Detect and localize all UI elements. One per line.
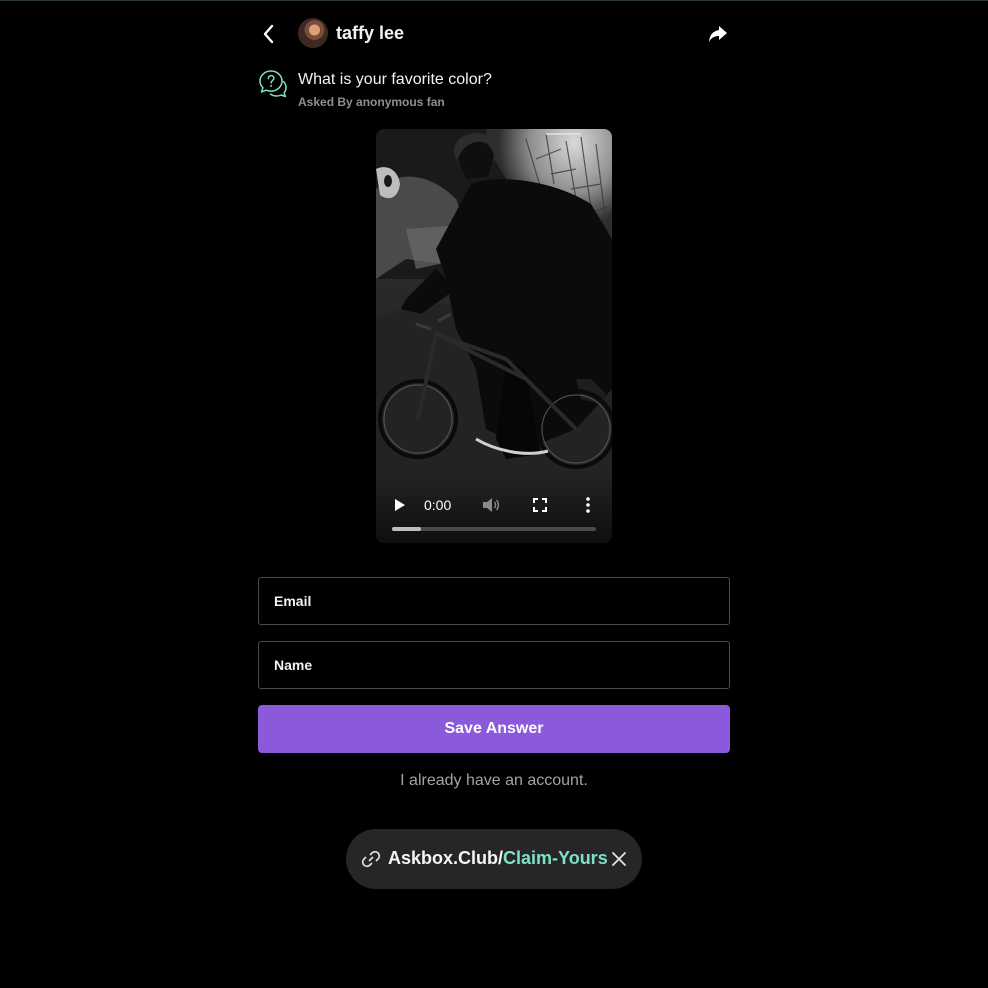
play-button[interactable] bbox=[390, 495, 410, 515]
answer-video[interactable]: 0:00 bbox=[376, 129, 612, 543]
back-button[interactable] bbox=[258, 21, 280, 47]
claim-link-accent: Claim-Yours bbox=[503, 848, 608, 868]
video-progress-fill bbox=[392, 527, 421, 531]
play-icon bbox=[395, 499, 405, 511]
question-block: What is your favorite color? Asked By an… bbox=[258, 69, 730, 115]
name-field[interactable] bbox=[259, 642, 729, 688]
name-field-wrapper bbox=[258, 641, 730, 689]
claim-banner: Askbox.Club/Claim-Yours bbox=[346, 829, 642, 889]
more-vertical-icon bbox=[586, 497, 590, 513]
email-field[interactable] bbox=[259, 578, 729, 624]
save-answer-button[interactable]: Save Answer bbox=[258, 705, 730, 753]
share-button[interactable] bbox=[706, 23, 730, 45]
video-progress-bar[interactable] bbox=[392, 527, 596, 531]
page: taffy lee What is your favorite color? A… bbox=[0, 0, 988, 988]
question-asker: Asked By anonymous fan bbox=[298, 95, 445, 109]
more-options-button[interactable] bbox=[580, 495, 596, 515]
video-controls: 0:00 bbox=[376, 473, 612, 543]
profile-header: taffy lee bbox=[258, 15, 730, 53]
question-bubble-icon bbox=[259, 70, 287, 98]
username[interactable]: taffy lee bbox=[336, 23, 404, 44]
claim-link[interactable]: Askbox.Club/Claim-Yours bbox=[388, 848, 608, 869]
volume-icon bbox=[483, 498, 500, 512]
share-arrow-icon bbox=[709, 26, 727, 42]
link-icon bbox=[362, 850, 380, 868]
avatar[interactable] bbox=[298, 18, 328, 48]
mute-button[interactable] bbox=[480, 495, 502, 515]
email-field-wrapper bbox=[258, 577, 730, 625]
existing-account-link[interactable]: I already have an account. bbox=[258, 772, 730, 790]
fullscreen-icon bbox=[533, 498, 547, 512]
question-text: What is your favorite color? bbox=[298, 71, 492, 88]
video-time: 0:00 bbox=[424, 497, 452, 513]
chevron-left-icon bbox=[263, 24, 274, 44]
claim-link-base: Askbox.Club/ bbox=[388, 848, 504, 868]
close-icon[interactable] bbox=[610, 850, 628, 868]
fullscreen-button[interactable] bbox=[530, 495, 550, 515]
